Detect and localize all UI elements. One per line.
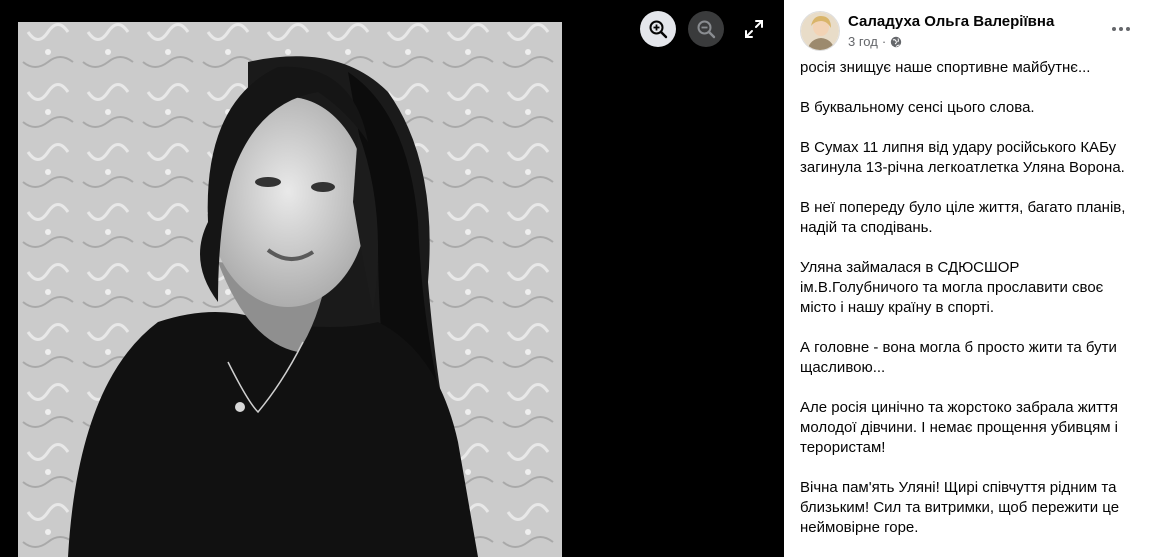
- more-options-button[interactable]: [1109, 19, 1133, 39]
- post-paragraph: Але росія цинічно та жорстоко забрала жи…: [800, 399, 1119, 456]
- post-paragraph: В Сумах 11 липня від удару російського К…: [800, 139, 1125, 176]
- post-paragraph: Вічна пам'ять Уляні! Щирі співчуття рідн…: [800, 479, 1120, 536]
- avatar[interactable]: [800, 11, 840, 51]
- more-horizontal-icon: [1112, 27, 1116, 31]
- fullscreen-button[interactable]: [736, 11, 772, 47]
- author-name[interactable]: Саладуха Ольга Валеріївна: [848, 13, 1054, 30]
- post-paragraph: Уляна займалася в СДЮСШОР ім.В.Голубничо…: [800, 259, 1104, 316]
- post-paragraph: А головне - вона могла б просто жити та …: [800, 339, 1117, 376]
- expand-icon: [745, 20, 763, 38]
- post-text: росія знищує наше спортивне майбутнє... …: [800, 58, 1130, 557]
- post-panel: Саладуха Ольга Валеріївна 3 год · росія …: [784, 0, 1149, 557]
- globe-icon: [890, 36, 902, 47]
- post-header: Саладуха Ольга Валеріївна 3 год ·: [800, 11, 1133, 53]
- zoom-out-icon: [697, 20, 716, 39]
- post-photo[interactable]: [18, 22, 562, 557]
- post-timestamp[interactable]: 3 год: [848, 34, 878, 49]
- post-paragraph: В буквальному сенсі цього слова.: [800, 99, 1035, 116]
- zoom-in-button[interactable]: [640, 11, 676, 47]
- zoom-in-icon: [649, 20, 668, 39]
- photo-viewer: [0, 0, 784, 557]
- post-paragraph: росія знищує наше спортивне майбутнє...: [800, 59, 1091, 76]
- post-meta: 3 год ·: [848, 34, 902, 49]
- post-paragraph: В неї попереду було ціле життя, багато п…: [800, 199, 1126, 236]
- zoom-out-button[interactable]: [688, 11, 724, 47]
